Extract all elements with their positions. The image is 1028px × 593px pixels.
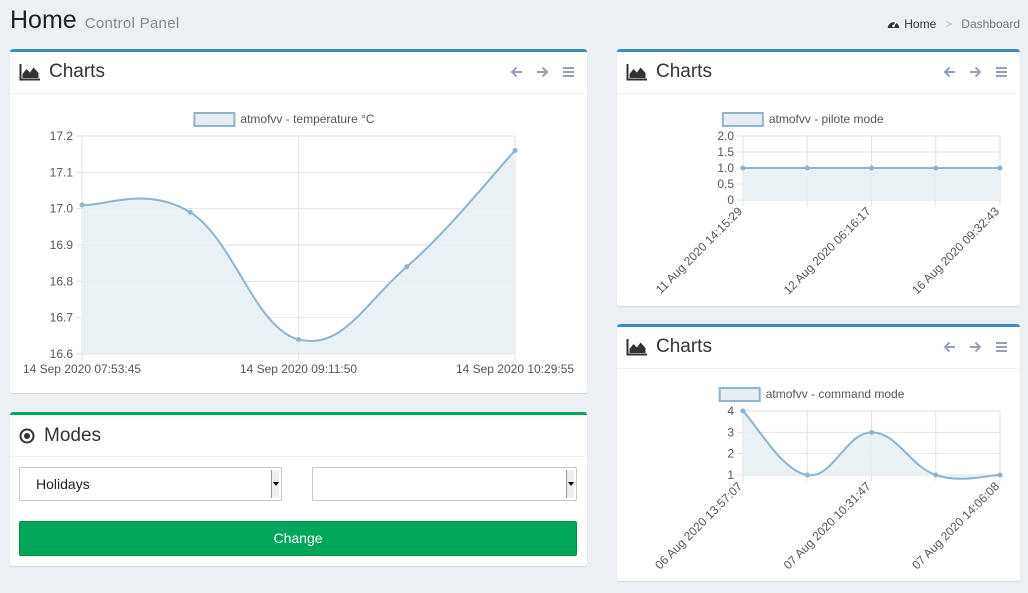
breadcrumb-current: Dashboard [961, 17, 1020, 31]
page-title: Home Control Panel [10, 6, 179, 35]
chevron-down-icon [566, 470, 574, 498]
command-chart-panel: Charts atmofvv - command mode 1 2 3 4 06 Aug … [617, 324, 1020, 581]
y-tick-label: 2 [727, 447, 734, 461]
panel-title-text: Charts [49, 61, 105, 82]
data-point [187, 209, 193, 215]
arrow-left-icon[interactable] [943, 64, 956, 80]
y-tick-label: 1.5 [717, 145, 734, 159]
data-point [512, 148, 518, 154]
legend-swatch [193, 112, 236, 127]
mode-select-value: Holidays [36, 476, 90, 492]
panel-title: Charts [19, 61, 105, 83]
legend-swatch [718, 387, 761, 402]
y-tick-label: 16.9 [50, 238, 74, 252]
arrow-right-icon[interactable] [969, 339, 982, 355]
panel-title-text: Charts [656, 61, 712, 82]
temperature-chart-panel: Charts atmofvv - temperature °C 16.6 16.7 1… [10, 49, 587, 393]
area-chart-icon [19, 63, 41, 81]
x-tick-label: 14 Sep 2020 07:53:45 [23, 362, 141, 376]
data-point [933, 472, 939, 478]
chevron-down-icon [271, 470, 279, 498]
data-point [997, 472, 1003, 478]
y-tick-label: 16.8 [50, 274, 74, 288]
data-point [804, 165, 810, 171]
y-tick-label: 3 [727, 425, 734, 439]
pilote-mode-chart: atmofvv - pilote mode00.51.01.52.011 Aug… [653, 112, 1003, 297]
temperature-chart: atmofvv - temperature °C 16.6 16.7 16.8 16.9… [23, 112, 574, 376]
y-tick-label: 16.6 [50, 347, 74, 361]
menu-icon[interactable] [995, 64, 1008, 80]
panel-title: Charts [626, 61, 712, 83]
x-tick-label: 14 Sep 2020 09:11:50 [240, 362, 358, 376]
x-tick-label: 11 Aug 2020 14:15:29 [653, 204, 746, 297]
arrow-right-icon[interactable] [536, 64, 549, 80]
breadcrumb-home-link[interactable]: Home [887, 17, 936, 31]
area-chart-icon [626, 338, 648, 356]
data-point [869, 165, 874, 171]
x-tick-label: 06 Aug 2020 13:57:07 [652, 479, 745, 572]
y-tick-label: 2.0 [717, 129, 734, 143]
panel-title-text: Modes [44, 425, 102, 446]
panel-tools [930, 339, 1008, 355]
y-tick-label: 0.5 [717, 177, 734, 191]
secondary-select[interactable] [312, 467, 577, 501]
y-tick-label: 17.2 [50, 129, 74, 143]
page-title-text: Home [10, 6, 77, 34]
data-point [404, 264, 410, 270]
data-point [740, 408, 746, 414]
y-tick-label: 1.0 [717, 161, 734, 175]
modes-panel: Modes Holidays Change [10, 412, 587, 566]
arrow-left-icon[interactable] [943, 339, 956, 355]
panel-header: Charts [617, 327, 1020, 369]
legend-label: atmofvv - command mode [766, 387, 905, 401]
x-tick-label: 14 Sep 2020 10:29:55 [456, 362, 574, 376]
arrow-left-icon[interactable] [510, 64, 523, 80]
data-point [869, 429, 874, 435]
y-tick-label: 4 [727, 404, 734, 418]
x-tick-label: 07 Aug 2020 10:31:47 [781, 479, 874, 572]
change-button[interactable]: Change [19, 521, 577, 556]
data-point [804, 472, 810, 478]
y-tick-label: 17.0 [50, 202, 74, 216]
panel-tools [930, 64, 1008, 80]
menu-icon[interactable] [995, 339, 1008, 355]
breadcrumb-home-label: Home [904, 17, 937, 31]
page-subtitle: Control Panel [84, 15, 180, 32]
panel-title: Modes [19, 425, 101, 447]
dashboard-gauge-icon [887, 18, 900, 30]
panel-title-text: Charts [656, 336, 712, 357]
pilote-chart-panel: Charts atmofvv - pilote mode 0 0.5 1.0 1.5 2.… [617, 49, 1020, 306]
arrow-right-icon[interactable] [969, 64, 982, 80]
x-tick-label: 12 Aug 2020 06:16:17 [781, 204, 874, 297]
x-tick-label: 16 Aug 2020 09:32:43 [909, 204, 1002, 297]
x-tick-label: 07 Aug 2020 14:06:08 [909, 479, 1002, 572]
dot-circle-icon [19, 428, 35, 444]
mode-select[interactable]: Holidays [19, 467, 282, 501]
legend-label: atmofvv - temperature °C [240, 112, 375, 126]
data-point [296, 336, 301, 342]
data-point [740, 165, 746, 171]
panel-header: Charts [10, 52, 587, 94]
legend-swatch [721, 112, 764, 127]
panel-header: Charts [617, 52, 1020, 94]
area-chart-icon [626, 63, 648, 81]
y-tick-label: 16.7 [50, 311, 74, 325]
data-point [79, 202, 85, 208]
panel-tools [497, 64, 575, 80]
menu-icon[interactable] [562, 64, 575, 80]
y-tick-label: 17.1 [50, 165, 74, 179]
breadcrumb-separator: > [945, 17, 953, 31]
breadcrumb: Home > Dashboard [887, 17, 1020, 31]
legend-label: atmofvv - pilote mode [769, 112, 884, 126]
panel-header: Modes [10, 415, 587, 457]
data-point [997, 165, 1003, 171]
panel-title: Charts [626, 336, 712, 358]
data-point [933, 165, 939, 171]
command-mode-chart: atmofvv - command mode123406 Aug 2020 13… [652, 387, 1003, 572]
series-area [743, 168, 1000, 200]
